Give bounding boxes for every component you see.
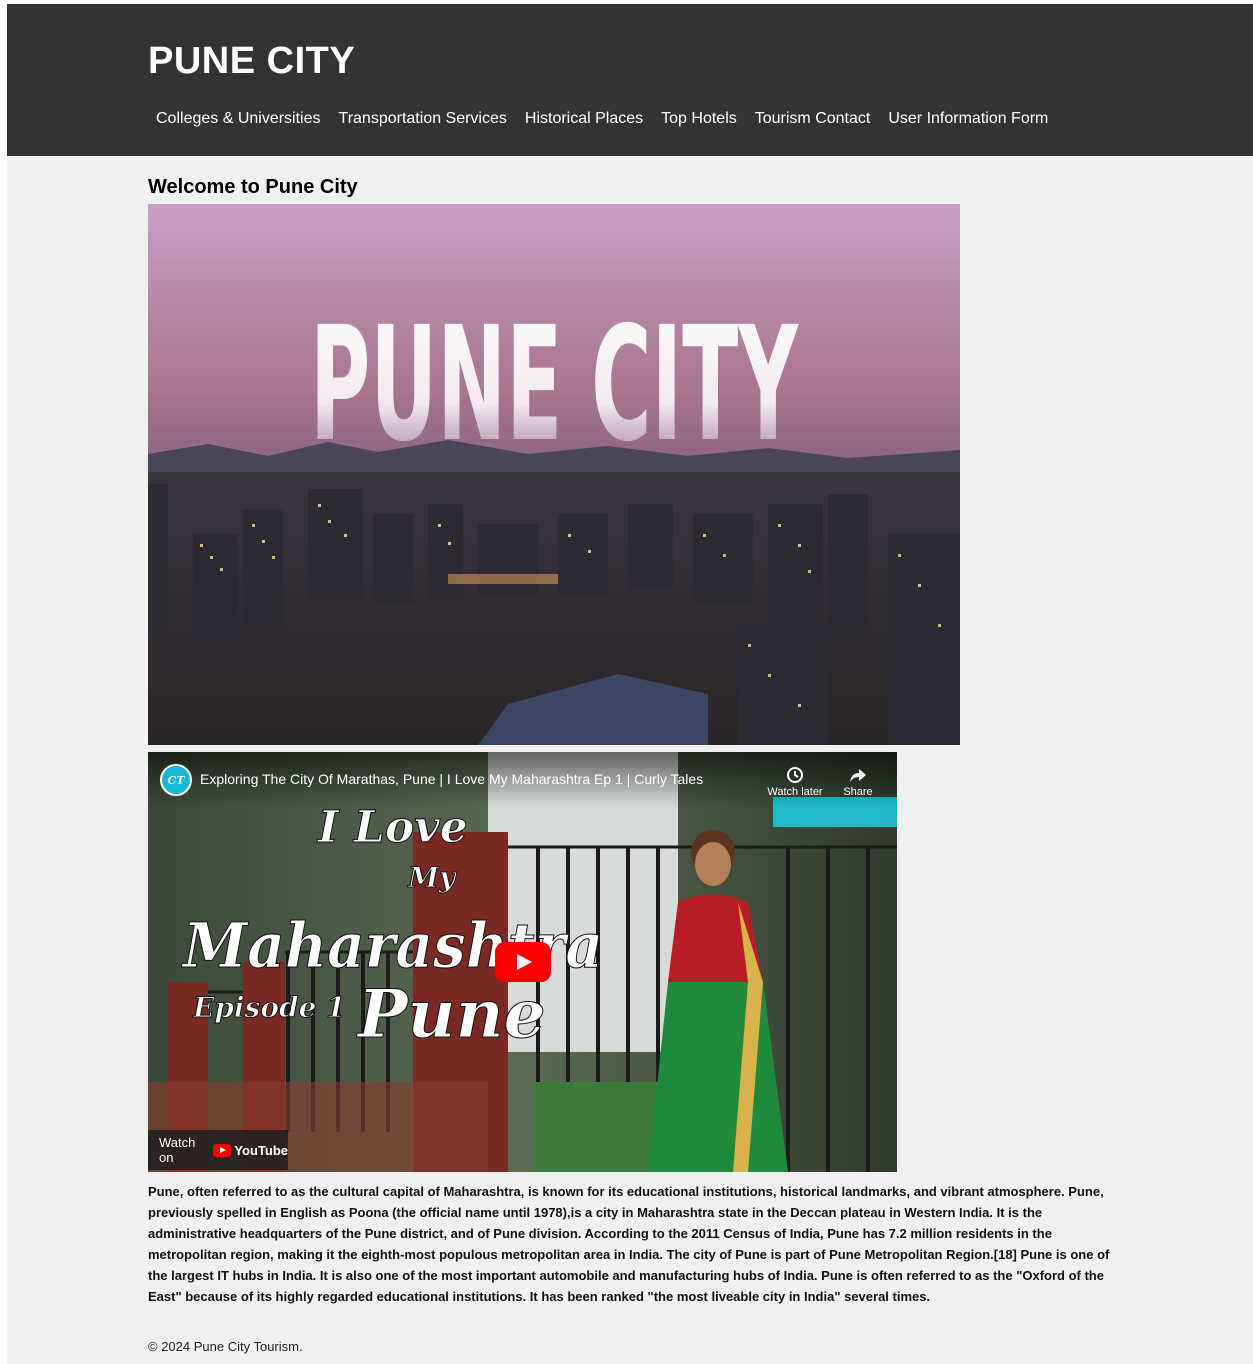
hero-overlay-text: PUNE CITY	[310, 293, 799, 477]
youtube-logo: YouTube	[213, 1143, 288, 1158]
youtube-wordmark: YouTube	[234, 1142, 288, 1158]
watch-later-button[interactable]: Watch later	[763, 766, 827, 798]
nav-user-information-form[interactable]: User Information Form	[880, 108, 1058, 130]
site-title: PUNE CITY	[148, 40, 356, 82]
thumbnail-line-1: I Love	[316, 802, 468, 853]
youtube-play-icon	[213, 1143, 232, 1157]
embedded-video-player[interactable]: I Love My Maharashtra Episode 1 Pune CT …	[148, 752, 897, 1172]
play-button[interactable]	[495, 942, 551, 982]
site-footer: © 2024 Pune City Tourism.	[148, 1339, 303, 1354]
share-arrow-icon	[850, 769, 866, 782]
watch-later-label: Watch later	[767, 786, 823, 798]
nav-historical-places[interactable]: Historical Places	[517, 108, 653, 130]
nav-transportation-services[interactable]: Transportation Services	[331, 108, 517, 130]
watch-on-label: Watch on	[159, 1135, 196, 1165]
share-button[interactable]: Share	[826, 766, 890, 798]
thumbnail-line-5: Pune	[356, 975, 546, 1053]
video-title[interactable]: Exploring The City Of Marathas, Pune | I…	[200, 771, 703, 787]
nav-colleges-universities[interactable]: Colleges & Universities	[148, 108, 331, 130]
clock-icon	[787, 767, 803, 783]
channel-avatar[interactable]: CT	[160, 764, 192, 796]
city-description: Pune, often referred to as the cultural …	[148, 1184, 1110, 1304]
nav-tourism-contact[interactable]: Tourism Contact	[747, 108, 881, 130]
thumbnail-line-4: Episode 1	[192, 991, 346, 1024]
watch-on-youtube-button[interactable]: Watch on YouTube	[148, 1130, 288, 1170]
main-nav: Colleges & Universities Transportation S…	[148, 108, 1058, 130]
share-label: Share	[843, 786, 873, 798]
nav-top-hotels[interactable]: Top Hotels	[653, 108, 747, 130]
page: PUNE CITY Colleges & Universities Transp…	[7, 4, 1253, 1364]
page-heading: Welcome to Pune City	[148, 176, 358, 198]
hero-image: PUNE CITY	[148, 204, 960, 745]
footer-copyright: © 2024 Pune City Tourism.	[148, 1339, 303, 1354]
thumbnail-line-2: My	[407, 861, 457, 894]
hero-cityscape-image: PUNE CITY	[148, 204, 960, 745]
site-header: PUNE CITY Colleges & Universities Transp…	[7, 4, 1253, 156]
